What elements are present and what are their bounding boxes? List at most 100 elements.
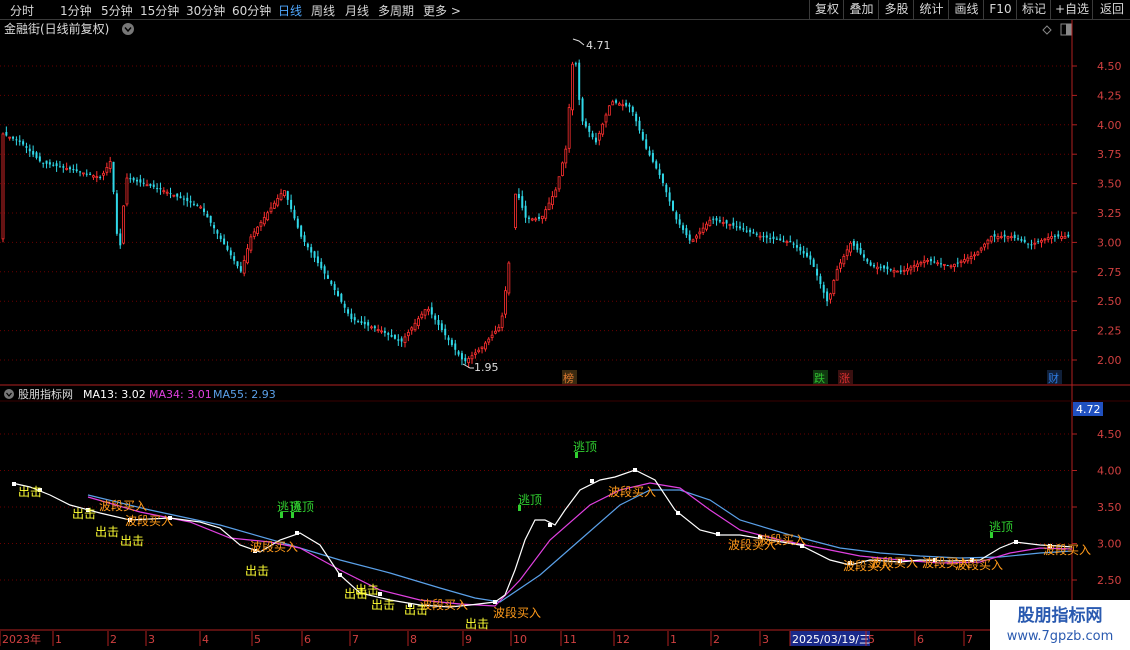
period-tab-5min[interactable]: 5分钟 [101,2,133,19]
multi-stock-button[interactable]: 多股 [878,0,914,19]
price-tick-label: 2.00 [1097,354,1122,367]
candle-body [547,202,551,210]
candle-body [672,201,674,211]
price-tick-label: 3.25 [1097,207,1122,220]
candle-body [413,322,417,331]
more-label: 更多 [423,4,448,18]
candle-body [464,357,467,362]
buy-signal: 波段买入 [250,539,298,554]
high-marker: 4.71 [572,38,611,52]
ma34-readout: MA34: 3.01 [149,388,212,401]
candle-body [85,173,88,175]
candle-body [360,321,363,323]
candle-body [822,284,825,293]
candle-body [306,243,309,248]
candle-body [142,182,145,184]
candle-body [999,236,1003,238]
period-tab-30min[interactable]: 30分钟 [186,2,225,19]
back-button[interactable]: 返回 [1092,0,1130,19]
period-tab-intraday[interactable]: 分时 [10,2,34,19]
statistics-button[interactable]: 统计 [913,0,949,19]
ma13-dot [295,531,299,535]
mark-button[interactable]: 标记 [1016,0,1051,19]
timeline-label: 2 [713,633,720,646]
candle-body [79,171,82,173]
candle-body [129,178,132,180]
candle-body [933,261,936,263]
indicator-settings-icon[interactable] [4,389,14,399]
draw-line-button[interactable]: 画线 [948,0,984,19]
candle-body [869,262,872,266]
candle-body [514,193,517,228]
candle-body [1063,236,1067,239]
candle-body [282,190,286,196]
restore-rights-button[interactable]: 复权 [809,0,844,19]
candle-body [139,179,142,183]
title-dropdown-icon[interactable] [122,23,134,35]
candle-body [483,342,487,350]
timeline-label: 2023年 [2,632,41,646]
candle-body [655,161,658,169]
candle-body [906,268,909,272]
candle-body [1006,236,1010,239]
add-watchlist-button[interactable]: +自选 [1050,0,1093,19]
timeline-label: 4 [202,633,209,646]
candle-body [239,266,242,272]
candle-body [601,123,605,135]
candle-body [859,248,862,254]
period-tab-monthly[interactable]: 月线 [345,2,369,19]
period-tab-1min[interactable]: 1分钟 [60,2,92,19]
window-toggle-icon[interactable] [1060,23,1072,36]
candle-body [635,113,638,122]
candle-body [739,226,741,229]
candle-body [490,334,494,338]
timeline-label: 6 [304,633,311,646]
period-tab-60min[interactable]: 60分钟 [232,2,271,19]
diamond-icon[interactable] [1042,25,1052,35]
period-tab-15min[interactable]: 15分钟 [140,2,179,19]
event-marker-fall[interactable]: 跌 [813,370,828,385]
indicator-tick-label: 4.00 [1097,465,1122,478]
candle-body [470,355,474,360]
candle-body [447,337,450,341]
candle-body [162,190,166,193]
candle-body [380,330,383,333]
candle-body [337,291,339,296]
period-tab-weekly[interactable]: 周线 [311,2,335,19]
escape-top-signal: 逃顶 [518,493,542,511]
timeline-label: 5 [254,633,261,646]
timeline-label: 1 [670,633,677,646]
f10-button[interactable]: F10 [983,0,1017,19]
candle-body [182,198,185,200]
event-marker-finance[interactable]: 财 [1047,370,1062,385]
attack-signal: 出击 [245,564,269,578]
event-marker-rise[interactable]: 涨 [838,370,853,385]
candle-body [963,259,966,263]
more-menu[interactable]: 更多 > [423,2,461,19]
candle-body [340,293,343,302]
candle-body [370,326,373,329]
candle-body [504,290,507,315]
timeline-label: 6 [917,633,924,646]
candle-body [940,263,942,265]
event-marker-rank[interactable]: 榜 [562,370,577,385]
period-tab-multi[interactable]: 多周期 [378,2,414,19]
candle-body [721,222,725,224]
candle-body [500,315,504,328]
candle-body [540,215,544,220]
overlay-button[interactable]: 叠加 [843,0,879,19]
period-tab-daily[interactable]: 日线 [278,2,302,19]
candle-body [179,196,182,199]
candle-body [406,331,410,337]
candle-body [856,243,859,250]
candle-body [993,234,996,237]
buy-signal: 波段买入 [608,484,656,499]
candle-body [665,184,668,193]
candle-body [832,280,836,295]
candle-body [12,136,15,139]
price-tick-label: 4.50 [1097,60,1122,73]
price-tick-label: 2.25 [1097,325,1122,338]
indicator-tick-label: 3.00 [1097,538,1122,551]
candlestick-series [1,59,1070,368]
candle-body [916,263,919,268]
